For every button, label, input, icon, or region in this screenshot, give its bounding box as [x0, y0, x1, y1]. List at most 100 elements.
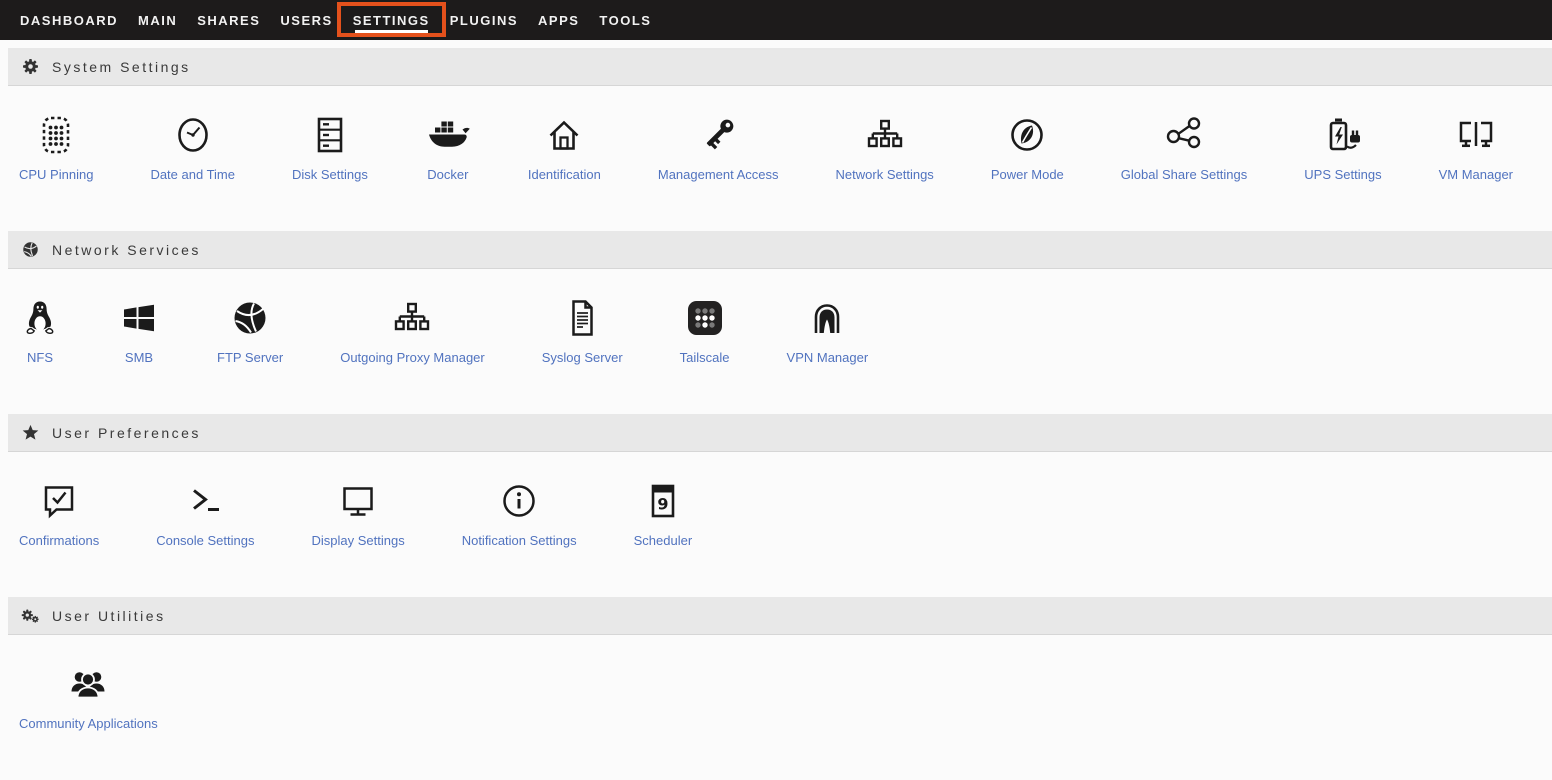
- panel-scheduler[interactable]: 9 Scheduler: [634, 479, 693, 549]
- panel-label: Docker: [427, 167, 468, 183]
- comment-check-icon: [39, 479, 79, 521]
- star-icon: [21, 424, 39, 442]
- section-header-system-settings: System Settings: [8, 48, 1552, 86]
- section-content-user-preferences: Confirmations Console Settings Display Set…: [0, 452, 1552, 597]
- leaf-circle-icon: [1007, 113, 1047, 155]
- nav-item-label: TOOLS: [599, 13, 651, 28]
- panel-label: Management Access: [658, 167, 779, 183]
- vpn-tunnel-icon: [807, 296, 847, 338]
- nav-item-users[interactable]: USERS: [270, 0, 342, 40]
- section-title: User Utilities: [52, 608, 166, 624]
- nav-item-tools[interactable]: TOOLS: [589, 0, 661, 40]
- panel-console-settings[interactable]: Console Settings: [156, 479, 254, 549]
- key-icon: [698, 113, 738, 155]
- panel-date-and-time[interactable]: Date and Time: [150, 113, 235, 183]
- panel-outgoing-proxy-manager[interactable]: Outgoing Proxy Manager: [340, 296, 485, 366]
- nav-item-apps[interactable]: APPS: [528, 0, 589, 40]
- sitemap-icon: [392, 296, 432, 338]
- panel-label: Console Settings: [156, 533, 254, 549]
- nav-item-label: APPS: [538, 13, 579, 28]
- panel-label: Scheduler: [634, 533, 693, 549]
- panel-confirmations[interactable]: Confirmations: [19, 479, 99, 549]
- section-title: User Preferences: [52, 425, 201, 441]
- panel-label: Display Settings: [311, 533, 404, 549]
- section-content-user-utilities: Community Applications: [0, 635, 1552, 780]
- panel-label: Outgoing Proxy Manager: [340, 350, 485, 366]
- panel-tailscale[interactable]: Tailscale: [680, 296, 730, 366]
- section-title: Network Services: [52, 242, 201, 258]
- panel-label: VPN Manager: [787, 350, 869, 366]
- panel-global-share-settings[interactable]: Global Share Settings: [1121, 113, 1247, 183]
- section-header-network-services: Network Services: [8, 231, 1552, 269]
- panel-label: Notification Settings: [462, 533, 577, 549]
- nav-item-shares[interactable]: SHARES: [187, 0, 270, 40]
- panel-management-access[interactable]: Management Access: [658, 113, 779, 183]
- panel-vm-manager[interactable]: VM Manager: [1439, 113, 1513, 183]
- nav-item-label: USERS: [280, 13, 332, 28]
- panel-nfs[interactable]: NFS: [19, 296, 61, 366]
- globe-sphere-icon: [230, 296, 270, 338]
- panel-notification-settings[interactable]: Notification Settings: [462, 479, 577, 549]
- calendar-icon: 9: [643, 479, 683, 521]
- panel-label: NFS: [27, 350, 53, 366]
- section-content-network-services: NFS SMB FTP Server Outgoing Proxy Manager Sy…: [0, 269, 1552, 414]
- server-stack-icon: [310, 113, 350, 155]
- nav-item-label: PLUGINS: [450, 13, 518, 28]
- share-nodes-icon: [1164, 113, 1204, 155]
- panel-label: Power Mode: [991, 167, 1064, 183]
- panel-label: CPU Pinning: [19, 167, 93, 183]
- panel-identification[interactable]: Identification: [528, 113, 601, 183]
- nav-item-settings[interactable]: SETTINGS: [343, 0, 440, 40]
- panel-cpu-pinning[interactable]: CPU Pinning: [19, 113, 93, 183]
- panel-docker[interactable]: Docker: [425, 113, 471, 183]
- docker-whale-icon: [425, 113, 471, 155]
- svg-text:9: 9: [657, 495, 668, 514]
- section-header-user-preferences: User Preferences: [8, 414, 1552, 452]
- log-file-icon: [562, 296, 602, 338]
- panel-community-applications[interactable]: Community Applications: [19, 662, 158, 732]
- section-content-system-settings: CPU Pinning Date and Time Disk Settings Doc…: [0, 86, 1552, 231]
- section-title: System Settings: [52, 59, 191, 75]
- panel-label: Confirmations: [19, 533, 99, 549]
- nav-item-main[interactable]: MAIN: [128, 0, 187, 40]
- panel-syslog-server[interactable]: Syslog Server: [542, 296, 623, 366]
- settings-page: System Settings CPU Pinning Date and Time D…: [0, 40, 1552, 780]
- panel-ups-settings[interactable]: UPS Settings: [1304, 113, 1381, 183]
- panel-label: VM Manager: [1439, 167, 1513, 183]
- panel-label: Global Share Settings: [1121, 167, 1247, 183]
- panel-label: Community Applications: [19, 716, 158, 732]
- battery-plug-icon: [1321, 113, 1365, 155]
- nav-item-label: SETTINGS: [353, 13, 430, 28]
- panel-disk-settings[interactable]: Disk Settings: [292, 113, 368, 183]
- sitemap-icon: [865, 113, 905, 155]
- panel-ftp-server[interactable]: FTP Server: [217, 296, 283, 366]
- terminal-icon: [185, 479, 225, 521]
- virtual-machine-icon: [1454, 113, 1498, 155]
- panel-label: SMB: [125, 350, 153, 366]
- nav-item-dashboard[interactable]: DASHBOARD: [10, 0, 128, 40]
- panel-power-mode[interactable]: Power Mode: [991, 113, 1064, 183]
- panel-label: Identification: [528, 167, 601, 183]
- panel-display-settings[interactable]: Display Settings: [311, 479, 404, 549]
- nav-item-label: DASHBOARD: [20, 13, 118, 28]
- monitor-icon: [338, 479, 378, 521]
- panel-label: Tailscale: [680, 350, 730, 366]
- nav-item-label: SHARES: [197, 13, 260, 28]
- gear-icon: [21, 58, 39, 76]
- windows-logo-icon: [119, 296, 159, 338]
- active-tab-underline: [355, 30, 428, 33]
- info-circle-icon: [499, 479, 539, 521]
- panel-vpn-manager[interactable]: VPN Manager: [787, 296, 869, 366]
- section-header-user-utilities: User Utilities: [8, 597, 1552, 635]
- panel-label: Date and Time: [150, 167, 235, 183]
- panel-label: Disk Settings: [292, 167, 368, 183]
- users-group-icon: [66, 662, 110, 704]
- panel-smb[interactable]: SMB: [118, 296, 160, 366]
- tailscale-logo-icon: [685, 296, 725, 338]
- home-icon: [544, 113, 584, 155]
- panel-label: UPS Settings: [1304, 167, 1381, 183]
- top-navbar: DASHBOARD MAIN SHARES USERS SETTINGS PLUGINS A…: [0, 0, 1552, 40]
- nav-item-plugins[interactable]: PLUGINS: [440, 0, 528, 40]
- cpu-pinning-icon: [36, 113, 76, 155]
- panel-network-settings[interactable]: Network Settings: [836, 113, 934, 183]
